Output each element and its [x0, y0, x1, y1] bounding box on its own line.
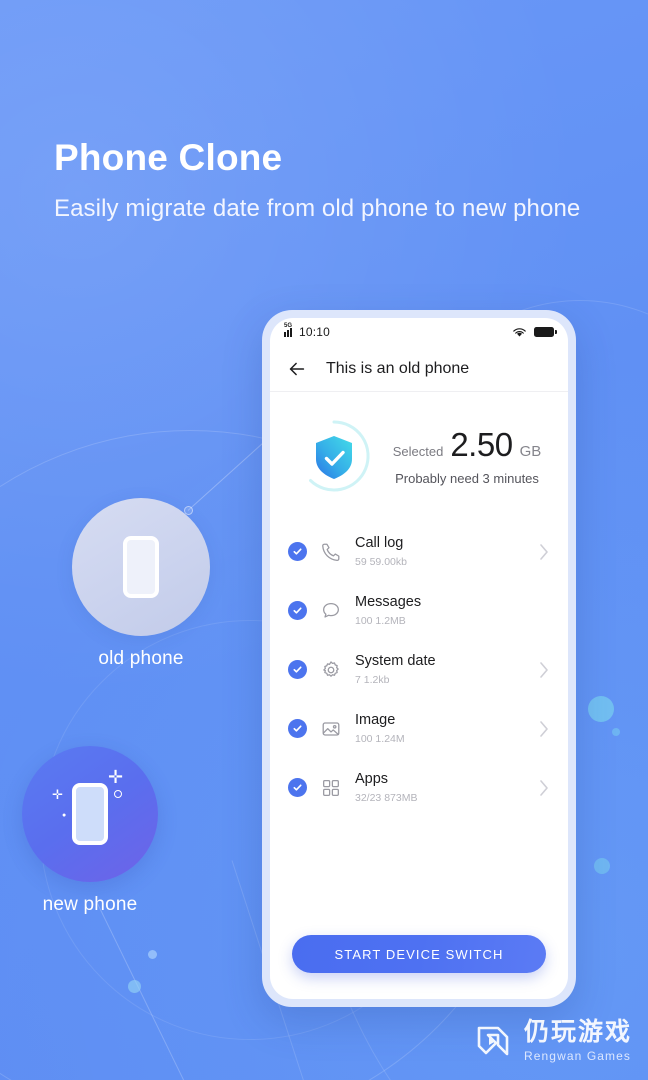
phone-outline-icon [123, 536, 159, 598]
list-item[interactable]: System date 7 1.2kb [288, 640, 550, 699]
summary-text: Selected 2.50 GB Probably need 3 minutes [390, 426, 548, 486]
status-bar-right [512, 327, 557, 338]
status-bar-clock: 10:10 [299, 325, 331, 339]
decor-bubble [588, 696, 614, 722]
checkbox-checked[interactable] [288, 660, 307, 679]
list-item-text: Apps 32/23 873MB [355, 771, 525, 803]
page-subtitle: Easily migrate date from old phone to ne… [54, 194, 581, 222]
new-phone-badge: ✛ ✛ ● new phone [22, 746, 158, 916]
list-item-title: Image [355, 712, 396, 729]
promo-headline: Phone Clone Easily migrate date from old… [54, 137, 581, 225]
decor-line [95, 900, 189, 1080]
status-bar: 5G 10:10 [270, 318, 568, 346]
new-phone-circle: ✛ ✛ ● [22, 746, 158, 882]
list-item-title: Messages [355, 594, 422, 611]
watermark: 仍玩游戏 Rengwan Games [474, 1020, 632, 1062]
list-item-title: System date [355, 653, 436, 670]
wifi-icon [513, 327, 526, 337]
network-type-label: 5G [284, 323, 293, 329]
checkbox-checked[interactable] [288, 719, 307, 738]
list-item[interactable]: Messages 100 1.2MB [288, 581, 550, 640]
watermark-name-en: Rengwan Games [523, 1049, 631, 1063]
new-phone-label: new phone [42, 894, 138, 915]
list-item-text: Image 100 1.24M [355, 712, 525, 744]
list-item-text: Messages 100 1.2MB [355, 594, 525, 626]
sparkle-dot-icon: ● [62, 812, 67, 819]
chevron-right-icon[interactable] [538, 542, 550, 562]
list-item-text: Call log 59 59.00kb [355, 535, 525, 567]
apps-grid-icon [323, 779, 339, 796]
phone-call-icon [322, 543, 340, 561]
sparkle-icon: ✛ [52, 787, 63, 802]
decor-bubble [148, 950, 157, 959]
checkbox-checked[interactable] [288, 601, 307, 620]
battery-icon [534, 327, 557, 337]
list-item[interactable]: Apps 32/23 873MB [288, 758, 550, 817]
page-title: Phone Clone [54, 137, 283, 178]
estimate-label: Probably need 3 minutes [395, 471, 539, 486]
shield-check-icon [292, 414, 376, 498]
selected-unit: GB [519, 443, 542, 460]
decor-bubble [128, 980, 141, 993]
list-item-detail: 100 1.24M [355, 732, 405, 745]
list-item-detail: 59 59.00kb [355, 555, 407, 568]
old-phone-badge: old phone [72, 498, 210, 670]
status-bar-left: 5G 10:10 [284, 323, 331, 339]
signal-icon: 5G [284, 323, 295, 337]
list-item[interactable]: Image 100 1.24M [288, 699, 550, 758]
gear-icon [323, 660, 339, 677]
chevron-right-icon[interactable] [538, 719, 550, 739]
decor-bubble [594, 858, 610, 874]
chevron-right-icon[interactable] [538, 660, 550, 680]
start-device-switch-button[interactable]: START DEVICE SWITCH [292, 935, 546, 973]
decor-bubble [612, 728, 620, 736]
selected-value: 2.50 [450, 426, 513, 463]
cta-container: START DEVICE SWITCH [270, 921, 568, 999]
list-item-title: Apps [355, 771, 389, 788]
app-bar-title: This is an old phone [326, 359, 470, 377]
old-phone-label: old phone [98, 648, 184, 669]
list-item[interactable]: Call log 59 59.00kb [288, 522, 550, 581]
list-item-text: System date 7 1.2kb [355, 653, 525, 685]
selected-label: Selected [392, 444, 444, 459]
watermark-text: 仍玩游戏 Rengwan Games [523, 1018, 632, 1063]
phone-sparkle-icon [72, 783, 108, 845]
arrow-left-icon[interactable] [286, 358, 308, 380]
list-item-detail: 100 1.2MB [355, 614, 406, 627]
list-item-detail: 7 1.2kb [355, 673, 390, 686]
phone-screen: 5G 10:10 This is an old phone Selected 2… [270, 318, 568, 999]
phone-mockup: 5G 10:10 This is an old phone Selected 2… [262, 310, 576, 1007]
list-item-detail: 32/23 873MB [355, 791, 418, 804]
checkbox-checked[interactable] [288, 542, 307, 561]
old-phone-circle [72, 498, 210, 636]
image-icon [322, 721, 340, 736]
sparkle-ring-icon [114, 790, 122, 798]
app-bar: This is an old phone [270, 346, 568, 392]
checkbox-checked[interactable] [288, 778, 307, 797]
chevron-right-icon[interactable] [538, 778, 550, 798]
transfer-summary: Selected 2.50 GB Probably need 3 minutes [270, 392, 568, 522]
sparkle-icon: ✛ [108, 767, 124, 787]
rengwan-logo-icon [477, 1026, 509, 1056]
message-bubble-icon [323, 602, 339, 618]
watermark-name-cn: 仍玩游戏 [523, 1018, 632, 1046]
selected-size-line: Selected 2.50 GB [390, 426, 544, 464]
transfer-item-list: Call log 59 59.00kb Messages 100 1.2MB S… [270, 522, 568, 921]
list-item-title: Call log [355, 535, 404, 552]
